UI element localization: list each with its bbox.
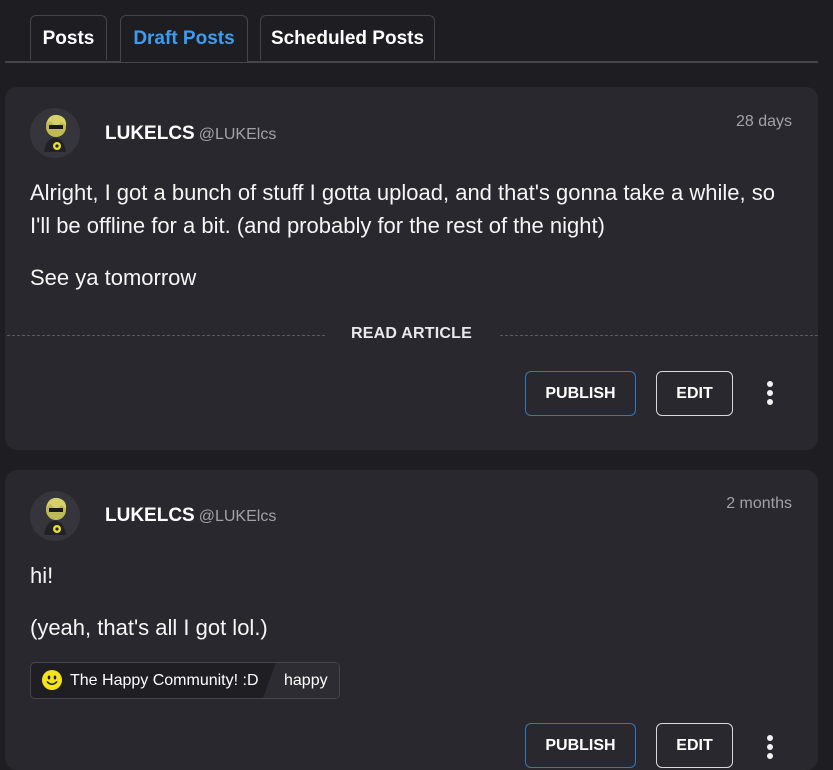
vertical-dots-icon[interactable] <box>762 733 778 763</box>
post-tabs: Posts Draft Posts Scheduled Posts <box>5 0 818 63</box>
avatar-image <box>30 108 80 158</box>
read-article-link[interactable]: READ ARTICLE <box>5 325 818 343</box>
edit-button[interactable]: EDIT <box>656 371 733 416</box>
post-paragraph: Alright, I got a bunch of stuff I gotta … <box>30 180 775 238</box>
post-author[interactable]: LUKELCS @LUKElcs <box>105 123 276 145</box>
post-paragraph: See ya tomorrow <box>30 265 197 290</box>
tab-posts[interactable]: Posts <box>30 15 107 60</box>
edit-button[interactable]: EDIT <box>656 723 733 768</box>
tab-draft-posts[interactable]: Draft Posts <box>120 15 248 62</box>
vertical-dots-icon[interactable] <box>762 379 778 409</box>
post-paragraph: (yeah, that's all I got lol.) <box>30 615 268 640</box>
post-card: LUKELCS @LUKElcs 2 months hi! (yeah, that… <box>5 470 818 770</box>
community-name: The Happy Community! :D <box>70 672 259 689</box>
avatar[interactable] <box>30 491 80 541</box>
post-author[interactable]: LUKELCS @LUKElcs <box>105 505 276 527</box>
read-article-row[interactable]: READ ARTICLE <box>5 325 818 345</box>
community-chip[interactable]: The Happy Community! :D happy <box>30 662 340 699</box>
community-tag: happy <box>284 672 328 689</box>
publish-button[interactable]: PUBLISH <box>525 371 636 416</box>
username: LUKELCS <box>105 123 195 144</box>
publish-button[interactable]: PUBLISH <box>525 723 636 768</box>
post-card: LUKELCS @LUKElcs 28 days Alright, I got a… <box>5 87 818 450</box>
user-handle: @LUKElcs <box>198 508 277 525</box>
post-timestamp: 28 days <box>735 113 792 130</box>
user-handle: @LUKElcs <box>198 126 277 143</box>
username: LUKELCS <box>105 505 195 526</box>
smiley-icon <box>42 670 62 690</box>
tab-scheduled-posts[interactable]: Scheduled Posts <box>260 15 435 60</box>
avatar[interactable] <box>30 108 80 158</box>
avatar-image <box>30 491 80 541</box>
post-paragraph: hi! <box>30 563 54 588</box>
post-timestamp: 2 months <box>726 495 792 512</box>
